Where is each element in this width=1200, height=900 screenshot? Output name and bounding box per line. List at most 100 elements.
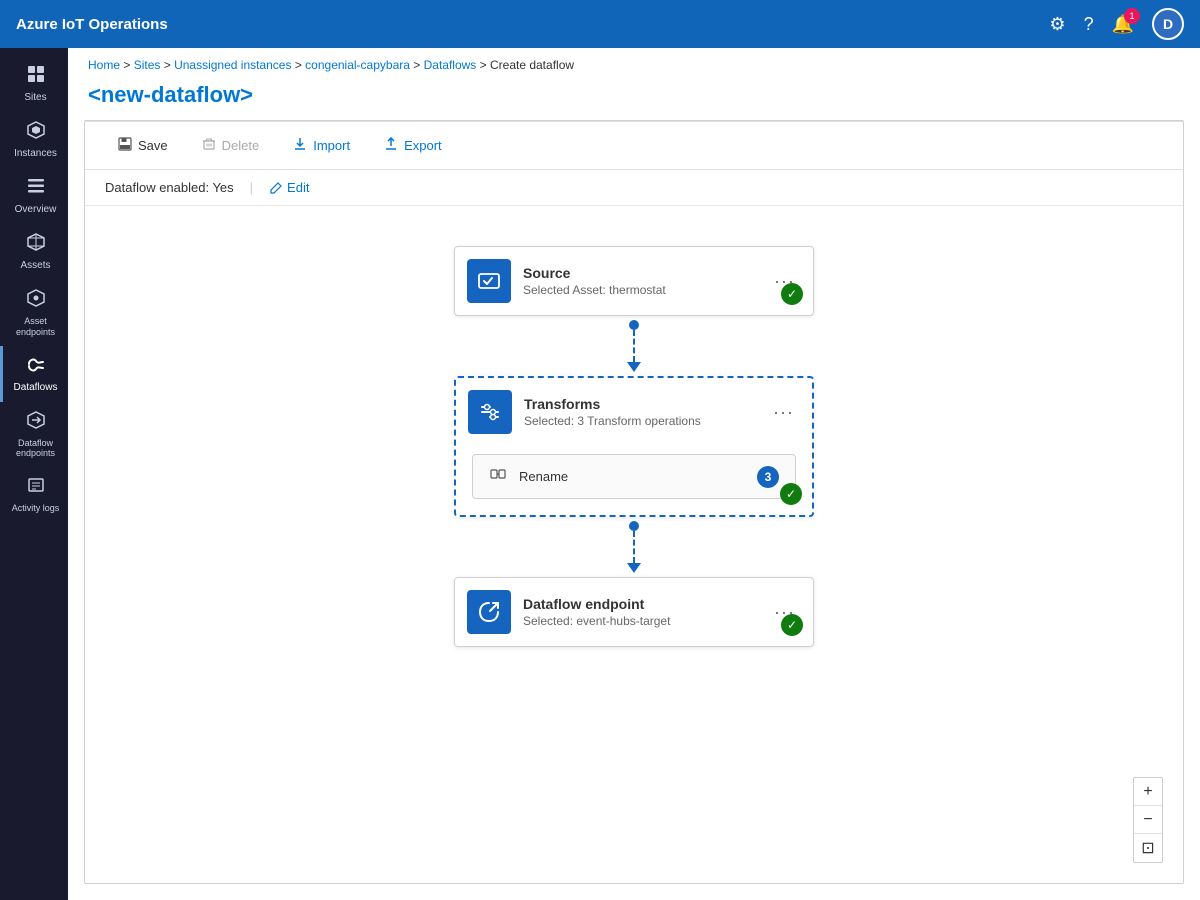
export-button[interactable]: Export [371,130,455,161]
zoom-controls: + − ⊡ [1133,777,1163,863]
breadcrumb-sites[interactable]: Sites [134,58,161,72]
main-content: Home > Sites > Unassigned instances > co… [68,48,1200,900]
toolbar: Save Delete [85,121,1183,170]
top-navbar: Azure IoT Operations ⚙ ? 🔔 1 D [0,0,1200,48]
delete-label: Delete [222,138,260,153]
export-label: Export [404,138,442,153]
transforms-node-header: Transforms Selected: 3 Transform operati… [456,378,812,446]
source-node[interactable]: Source Selected Asset: thermostat ··· ✓ [454,246,814,316]
import-icon [293,137,307,154]
alerts-badge: 1 [1124,8,1140,24]
source-node-subtitle: Selected Asset: thermostat [523,283,756,297]
sidebar-item-dataflow-endpoints[interactable]: Dataflow endpoints [0,402,68,468]
sidebar-item-dataflows[interactable]: Dataflows [0,346,68,402]
breadcrumb-unassigned[interactable]: Unassigned instances [174,58,291,72]
rename-card[interactable]: Rename 3 [472,454,796,499]
app-title: Azure IoT Operations [16,16,1049,33]
endpoint-node-title: Dataflow endpoint [523,596,756,612]
user-avatar[interactable]: D [1152,8,1184,40]
instances-label: Instances [14,148,57,160]
zoom-out-button[interactable]: − [1134,806,1162,834]
dataflows-icon [26,354,46,379]
sites-label: Sites [24,92,46,104]
sidebar-item-sites[interactable]: Sites [0,56,68,112]
connector-2 [627,517,641,577]
delete-icon [202,137,216,154]
sidebar: Sites Instances Overview [0,48,68,900]
edit-icon [269,181,283,195]
endpoint-node-check: ✓ [781,614,803,636]
transforms-node-info: Transforms Selected: 3 Transform operati… [524,396,755,428]
import-button[interactable]: Import [280,130,363,161]
zoom-in-button[interactable]: + [1134,778,1162,806]
breadcrumb-dataflows[interactable]: Dataflows [424,58,477,72]
dataflow-endpoints-label: Dataflow endpoints [7,438,64,460]
flow-container: Source Selected Asset: thermostat ··· ✓ [105,226,1163,826]
instances-icon [26,120,46,145]
save-label: Save [138,138,168,153]
transforms-node-icon [468,390,512,434]
breadcrumb: Home > Sites > Unassigned instances > co… [68,48,1200,78]
delete-button[interactable]: Delete [189,130,273,161]
sidebar-item-activity-logs[interactable]: Activity logs [0,467,68,522]
zoom-reset-button[interactable]: ⊡ [1134,834,1162,862]
endpoint-node-icon [467,590,511,634]
sidebar-item-overview[interactable]: Overview [0,168,68,224]
connector-1 [627,316,641,376]
source-node-title: Source [523,265,756,281]
export-icon [384,137,398,154]
endpoint-node-info: Dataflow endpoint Selected: event-hubs-t… [523,596,756,628]
save-button[interactable]: Save [105,130,181,161]
help-icon[interactable]: ? [1084,14,1094,35]
connector-dot-1 [629,320,639,330]
breadcrumb-capybara[interactable]: congenial-capybara [305,58,410,72]
source-node-check: ✓ [781,283,803,305]
connector-arrow-1 [627,362,641,372]
nav-icons: ⚙ ? 🔔 1 D [1049,8,1184,40]
page-frame: Save Delete [84,120,1184,884]
settings-icon[interactable]: ⚙ [1049,14,1065,35]
activity-logs-label: Activity logs [12,503,60,514]
transforms-node-subtitle: Selected: 3 Transform operations [524,414,755,428]
overview-label: Overview [15,204,57,216]
transforms-node[interactable]: Transforms Selected: 3 Transform operati… [454,376,814,517]
source-node-icon [467,259,511,303]
breadcrumb-home[interactable]: Home [88,58,120,72]
endpoint-node[interactable]: Dataflow endpoint Selected: event-hubs-t… [454,577,814,647]
endpoint-node-header: Dataflow endpoint Selected: event-hubs-t… [455,578,813,646]
connector-dot-2 [629,521,639,531]
transforms-node-menu[interactable]: ··· [767,400,800,425]
overview-icon [26,176,46,201]
page-title: <new-dataflow> [68,78,1200,120]
connector-line-2 [633,531,635,563]
dataflow-endpoints-icon [26,410,46,435]
alerts-icon[interactable]: 🔔 1 [1112,14,1134,35]
canvas-area: Source Selected Asset: thermostat ··· ✓ [85,206,1183,883]
edit-button[interactable]: Edit [269,180,309,195]
sidebar-item-asset-endpoints[interactable]: Asset endpoints [0,280,68,346]
rename-badge: 3 [757,466,779,488]
asset-endpoints-label: Asset endpoints [7,316,64,338]
dataflow-status-bar: Dataflow enabled: Yes | Edit [85,170,1183,206]
transforms-node-check: ✓ [780,483,802,505]
connector-line-1 [633,330,635,362]
rename-label: Rename [519,469,745,484]
sidebar-item-assets[interactable]: Assets [0,224,68,280]
connector-arrow-2 [627,563,641,573]
assets-icon [26,232,46,257]
endpoint-node-subtitle: Selected: event-hubs-target [523,614,756,628]
import-label: Import [313,138,350,153]
sidebar-item-instances[interactable]: Instances [0,112,68,168]
dataflow-status-text: Dataflow enabled: Yes [105,180,234,195]
edit-label: Edit [287,180,309,195]
source-node-header: Source Selected Asset: thermostat ··· [455,247,813,315]
breadcrumb-current: Create dataflow [490,58,574,72]
sites-icon [26,64,46,89]
dataflows-label: Dataflows [14,382,58,394]
source-node-info: Source Selected Asset: thermostat [523,265,756,297]
save-icon [118,137,132,154]
activity-logs-icon [26,475,46,500]
transforms-node-title: Transforms [524,396,755,412]
rename-icon [489,465,507,488]
asset-endpoints-icon [26,288,46,313]
